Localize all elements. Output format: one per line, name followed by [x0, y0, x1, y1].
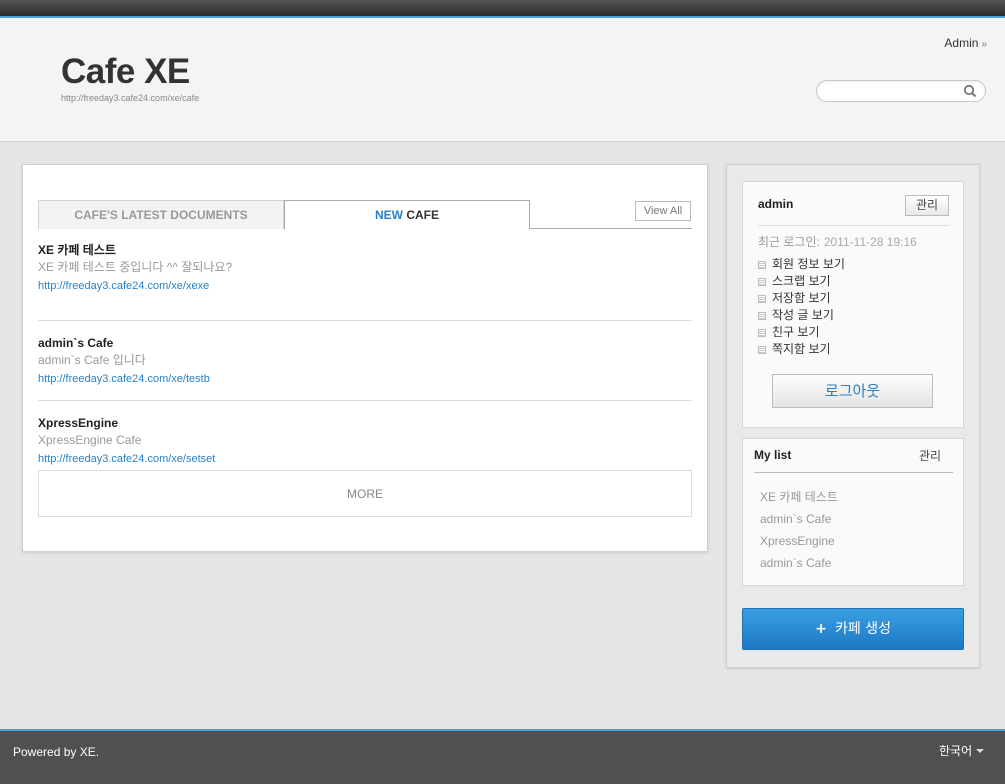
menu-item-label[interactable]: 쪽지함 보기 [772, 342, 831, 356]
manage-button[interactable]: 관리 [905, 195, 949, 216]
menu-item-member-info[interactable]: 회원 정보 보기 [758, 256, 845, 273]
list-item: admin`s Cafe admin`s Cafe 입니다 http://fre… [38, 321, 692, 401]
my-list-item[interactable]: XE 카페 테스트 [760, 486, 838, 508]
list-bullet-icon [758, 278, 766, 286]
list-bullet-icon [758, 295, 766, 303]
last-login: 최근 로그인: 2011-11-28 19:16 [758, 233, 917, 250]
admin-link[interactable]: Admin» [944, 36, 987, 50]
member-menu: 회원 정보 보기 스크랩 보기 저장함 보기 작성 글 보기 친구 보기 쪽지함… [758, 256, 845, 358]
site-url: http://freeday3.cafe24.com/xe/cafe [61, 93, 200, 103]
sidebar: admin 관리 최근 로그인: 2011-11-28 19:16 회원 정보 보… [726, 164, 980, 668]
divider [754, 472, 953, 473]
language-selector[interactable]: 한국어 [939, 742, 985, 759]
menu-item-label[interactable]: 친구 보기 [772, 325, 820, 339]
list-item: XE 카페 테스트 XE 카페 테스트 중입니다 ^^ 잘되나요? http:/… [38, 241, 692, 321]
cafe-description: XpressEngine Cafe [38, 433, 142, 447]
list-bullet-icon [758, 346, 766, 354]
menu-item-friends[interactable]: 친구 보기 [758, 324, 845, 341]
menu-item-label[interactable]: 스크랩 보기 [772, 274, 831, 288]
divider [758, 225, 949, 226]
menu-item-label[interactable]: 작성 글 보기 [772, 308, 834, 322]
tab-new-cafe[interactable]: NEW CAFE [284, 200, 530, 230]
cafe-description: admin`s Cafe 입니다 [38, 353, 146, 367]
search-box[interactable] [816, 80, 986, 102]
admin-link-label[interactable]: Admin [944, 36, 978, 50]
my-list-item[interactable]: admin`s Cafe [760, 508, 838, 530]
list-bullet-icon [758, 329, 766, 337]
last-login-label: 최근 로그인: [758, 235, 820, 249]
footer: Powered by XE. 한국어 [0, 729, 1005, 784]
powered-by[interactable]: Powered by XE. [13, 745, 99, 759]
caret-down-icon[interactable] [976, 749, 985, 753]
login-box: admin 관리 최근 로그인: 2011-11-28 19:16 회원 정보 보… [742, 181, 964, 428]
my-list-item[interactable]: admin`s Cafe [760, 552, 838, 574]
menu-item-saved[interactable]: 저장함 보기 [758, 290, 845, 307]
tab-latest-documents[interactable]: CAFE'S LATEST DOCUMENTS [38, 200, 284, 229]
top-bar [0, 0, 1005, 18]
double-chevron-right-icon: » [981, 39, 987, 50]
menu-item-messages[interactable]: 쪽지함 보기 [758, 341, 845, 358]
tab-new-cafe-label: CAFE [406, 208, 439, 222]
language-label[interactable]: 한국어 [939, 744, 972, 758]
cafe-url-link[interactable]: http://freeday3.cafe24.com/xe/xexe [38, 277, 692, 295]
my-list-item[interactable]: XpressEngine [760, 530, 838, 552]
my-list: XE 카페 테스트 admin`s Cafe XpressEngine admi… [760, 486, 838, 574]
my-list-manage-link[interactable]: 관리 [919, 447, 941, 464]
plus-icon: + [815, 621, 827, 637]
my-list-box: My list 관리 XE 카페 테스트 admin`s Cafe Xpress… [742, 438, 964, 586]
create-cafe-button[interactable]: + 카페 생성 [742, 608, 964, 650]
logout-button[interactable]: 로그아웃 [772, 374, 933, 408]
cafe-name[interactable]: XE 카페 테스트 [38, 242, 692, 258]
menu-item-label[interactable]: 저장함 보기 [772, 291, 831, 305]
search-icon[interactable] [963, 84, 977, 98]
menu-item-label[interactable]: 회원 정보 보기 [772, 257, 845, 271]
last-login-time: 2011-11-28 19:16 [823, 235, 917, 249]
more-button[interactable]: MORE [38, 470, 692, 517]
site-title[interactable]: Cafe XE [61, 52, 190, 92]
my-list-title: My list [754, 448, 792, 462]
tab-new-cafe-highlight: NEW [374, 208, 403, 222]
cafe-description: XE 카페 테스트 중입니다 ^^ 잘되나요? [38, 260, 233, 274]
username: admin [758, 197, 794, 211]
tab-bar: CAFE'S LATEST DOCUMENTS NEW CAFE [38, 199, 692, 230]
cafe-url-link[interactable]: http://freeday3.cafe24.com/xe/testb [38, 370, 692, 388]
cafe-name[interactable]: XpressEngine [38, 415, 692, 431]
view-all-button[interactable]: View All [635, 201, 691, 221]
menu-item-my-posts[interactable]: 작성 글 보기 [758, 307, 845, 324]
list-bullet-icon [758, 261, 766, 269]
cafe-list: XE 카페 테스트 XE 카페 테스트 중입니다 ^^ 잘되나요? http:/… [38, 241, 692, 481]
cafe-panel: CAFE'S LATEST DOCUMENTS NEW CAFE View Al… [22, 164, 708, 552]
menu-item-scrap[interactable]: 스크랩 보기 [758, 273, 845, 290]
cafe-url-link[interactable]: http://freeday3.cafe24.com/xe/setset [38, 450, 692, 468]
cafe-name[interactable]: admin`s Cafe [38, 335, 692, 351]
list-bullet-icon [758, 312, 766, 320]
create-cafe-label: 카페 생성 [835, 621, 891, 637]
search-input[interactable] [827, 83, 957, 99]
header: Cafe XE http://freeday3.cafe24.com/xe/ca… [0, 18, 1005, 142]
list-item: XpressEngine XpressEngine Cafe http://fr… [38, 401, 692, 481]
